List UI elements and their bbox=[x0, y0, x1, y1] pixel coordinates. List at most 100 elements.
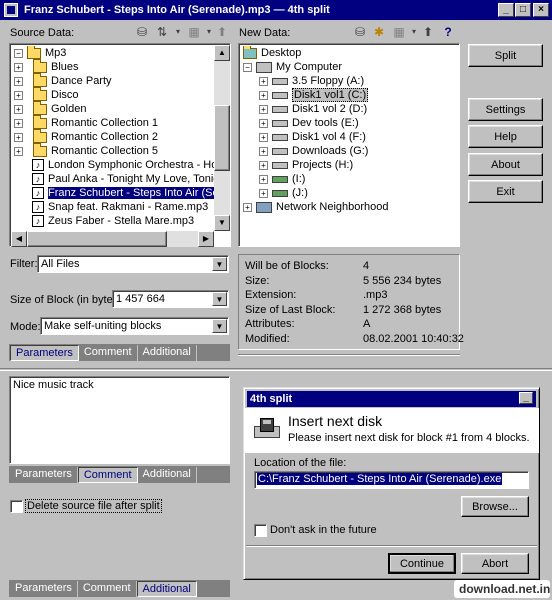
dont-ask-checkbox[interactable] bbox=[254, 524, 267, 537]
scroll-down-icon[interactable]: ▼ bbox=[214, 215, 230, 231]
expand-icon[interactable]: + bbox=[259, 132, 268, 142]
tree-item-desktop[interactable]: Desktop bbox=[243, 46, 301, 60]
tree-item-drive[interactable]: + Disk1 vol1 (C:) bbox=[259, 88, 369, 102]
tree-item-drive[interactable]: + Dev tools (E:) bbox=[259, 116, 359, 130]
hscroll-thumb[interactable] bbox=[27, 231, 167, 247]
source-tree[interactable]: − Mp3 + Blues + Dance Party + Disco + Golden + Roma… bbox=[12, 46, 214, 230]
source-data-label: Source Data: bbox=[10, 27, 75, 39]
chevron-down-icon[interactable]: ▼ bbox=[212, 292, 227, 306]
collapse-icon[interactable]: − bbox=[14, 48, 23, 58]
tab-parameters-3[interactable]: Parameters bbox=[10, 581, 78, 597]
source-hscrollbar[interactable]: ◀ ▶ bbox=[11, 231, 214, 247]
source-vscrollbar[interactable]: ▲ ▼ bbox=[214, 45, 230, 231]
help-button[interactable]: Help bbox=[468, 125, 543, 148]
tree-folder-item[interactable]: + Dance Party bbox=[14, 72, 112, 88]
help-cursor-icon[interactable]: ? bbox=[440, 24, 456, 40]
tree-item-computer[interactable]: − My Computer bbox=[243, 60, 342, 74]
tab-comment[interactable]: Comment bbox=[78, 345, 138, 361]
tree-item-drive[interactable]: +3.5 Floppy (A:) bbox=[259, 74, 364, 88]
tree-file-item[interactable]: ♪ Franz Schubert - Steps Into Air (Serena… bbox=[32, 186, 214, 200]
tree-item-drive[interactable]: + Downloads (G:) bbox=[259, 144, 368, 158]
expand-icon[interactable]: + bbox=[14, 104, 23, 114]
folder-icon bbox=[33, 100, 47, 115]
dont-ask-label[interactable]: Don't ask in the future bbox=[270, 524, 377, 536]
tree-folder-item[interactable]: + Romantic Collection 5 bbox=[14, 142, 158, 158]
view-icon-2[interactable]: ▦ bbox=[391, 24, 407, 40]
expand-icon[interactable]: + bbox=[14, 76, 23, 86]
expand-icon[interactable]: + bbox=[14, 118, 23, 128]
expand-icon[interactable]: + bbox=[259, 146, 268, 156]
expand-icon[interactable]: + bbox=[259, 174, 268, 184]
expand-icon[interactable]: + bbox=[14, 146, 23, 156]
tab-additional-2[interactable]: Additional bbox=[137, 467, 197, 483]
scroll-left-icon[interactable]: ◀ bbox=[11, 231, 27, 247]
tree-file-item[interactable]: ♪ Paul Anka - Tonight My Love, Tonight.mp bbox=[32, 172, 214, 186]
split-button[interactable]: Split bbox=[468, 44, 543, 67]
expand-icon[interactable]: + bbox=[259, 118, 268, 128]
continue-button[interactable]: Continue bbox=[388, 553, 456, 574]
filter-select[interactable]: All Files ▼ bbox=[37, 255, 229, 273]
tree-item-drive[interactable]: + Disk1 vol 2 (D:) bbox=[259, 102, 367, 116]
scroll-right-icon[interactable]: ▶ bbox=[198, 231, 214, 247]
tab-additional-3[interactable]: Additional bbox=[136, 581, 197, 597]
browse-button[interactable]: Browse... bbox=[461, 496, 529, 517]
mode-select[interactable]: Make self-uniting blocks ▼ bbox=[40, 317, 229, 335]
expand-icon[interactable]: + bbox=[14, 132, 23, 142]
expand-icon[interactable]: + bbox=[259, 104, 268, 114]
tree-item-drive[interactable]: + Disk1 vol 4 (F:) bbox=[259, 130, 366, 144]
tree-item-net[interactable]: + (J:) bbox=[259, 186, 308, 200]
tree-file-item[interactable]: ♪ London Symphonic Orchestra - House Of bbox=[32, 158, 214, 172]
sort-dropdown-icon[interactable]: ▾ bbox=[170, 24, 186, 40]
collapse-icon[interactable]: − bbox=[243, 62, 252, 72]
expand-icon[interactable]: + bbox=[243, 202, 252, 212]
exit-button[interactable]: Exit bbox=[468, 180, 543, 203]
chevron-down-icon[interactable]: ▼ bbox=[212, 257, 227, 271]
dialog-minimize-button[interactable]: _ bbox=[519, 392, 533, 404]
sort-icon[interactable]: ⇅ bbox=[154, 24, 170, 40]
expand-icon[interactable]: + bbox=[259, 90, 268, 100]
settings-button[interactable]: Settings bbox=[468, 98, 543, 121]
tree-folder-item[interactable]: + Blues bbox=[14, 58, 79, 74]
new-tree[interactable]: Desktop − My Computer +3.5 Floppy (A:) + Disk… bbox=[241, 46, 457, 244]
close-button[interactable]: × bbox=[533, 3, 549, 17]
block-size-select[interactable]: 1 457 664 ▼ bbox=[112, 290, 229, 308]
tree-item-network[interactable]: + Network Neighborhood bbox=[243, 200, 389, 214]
maximize-button[interactable]: □ bbox=[515, 3, 531, 17]
folder-up-icon[interactable]: ⬆ bbox=[214, 24, 230, 40]
minimize-button[interactable]: _ bbox=[498, 3, 514, 17]
comment-textarea[interactable]: Nice music track bbox=[9, 376, 230, 464]
scroll-up-icon[interactable]: ▲ bbox=[214, 45, 230, 61]
new-tree-panel[interactable]: Desktop − My Computer +3.5 Floppy (A:) + Disk… bbox=[238, 43, 460, 247]
tree-item-drive[interactable]: + Projects (H:) bbox=[259, 158, 353, 172]
scroll-thumb[interactable] bbox=[214, 105, 230, 171]
expand-icon[interactable]: + bbox=[259, 76, 268, 86]
tree-item-net[interactable]: + (I:) bbox=[259, 172, 305, 186]
tree-folder-item[interactable]: + Golden bbox=[14, 100, 86, 116]
source-tree-panel[interactable]: − Mp3 + Blues + Dance Party + Disco + Golden + Roma… bbox=[9, 43, 231, 247]
tab-parameters-2[interactable]: Parameters bbox=[10, 467, 78, 483]
tree-file-item[interactable]: ♪ Zeus Faber - Stella Mare.mp3 bbox=[32, 214, 194, 228]
tab-parameters[interactable]: Parameters bbox=[10, 345, 79, 361]
tree-file-item[interactable]: ♪ Snap feat. Rakmani - Rame.mp3 bbox=[32, 200, 208, 214]
network-drive-icon-2[interactable]: ⛁ bbox=[352, 24, 368, 40]
view-icon[interactable]: ▦ bbox=[186, 24, 202, 40]
network-drive-icon[interactable]: ⛁ bbox=[134, 24, 150, 40]
tab-additional[interactable]: Additional bbox=[137, 345, 197, 361]
location-input[interactable]: C:\Franz Schubert - Steps Into Air (Sere… bbox=[254, 471, 529, 489]
tree-folder-item[interactable]: + Disco bbox=[14, 86, 79, 102]
expand-icon[interactable]: + bbox=[14, 90, 23, 100]
delete-source-label[interactable]: Delete source file after split bbox=[25, 499, 162, 513]
abort-button[interactable]: Abort bbox=[461, 553, 529, 574]
tree-item-label: (J:) bbox=[292, 187, 308, 199]
tab-comment-2[interactable]: Comment bbox=[77, 467, 138, 483]
audio-file-icon: ♪ bbox=[32, 173, 44, 185]
folder-up-icon-2[interactable]: ⬆ bbox=[420, 24, 436, 40]
expand-icon[interactable]: + bbox=[259, 188, 268, 198]
chevron-down-icon[interactable]: ▼ bbox=[212, 319, 227, 333]
new-folder-icon[interactable]: ✱ bbox=[371, 24, 387, 40]
delete-source-checkbox[interactable] bbox=[10, 500, 23, 513]
expand-icon[interactable]: + bbox=[259, 160, 268, 170]
expand-icon[interactable]: + bbox=[14, 62, 23, 72]
tab-comment-3[interactable]: Comment bbox=[77, 581, 137, 597]
about-button[interactable]: About bbox=[468, 153, 543, 176]
